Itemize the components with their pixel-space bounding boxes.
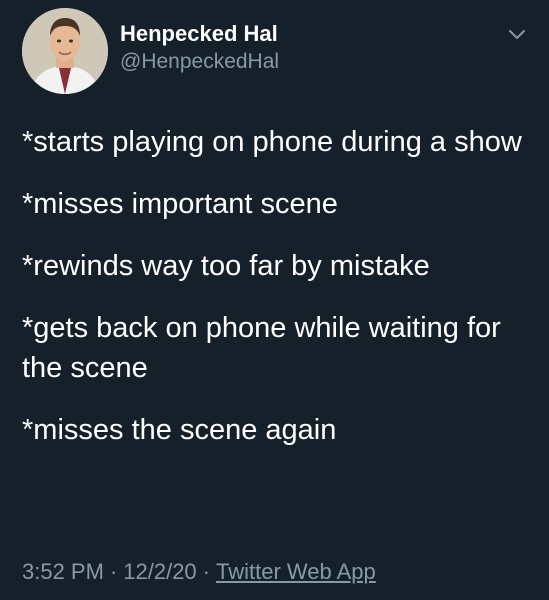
tweet-date[interactable]: 12/2/20	[123, 559, 196, 584]
tweet-footer: 3:52 PM · 12/2/20 · Twitter Web App	[22, 556, 376, 588]
user-handle[interactable]: @HenpeckedHal	[120, 48, 279, 76]
display-name[interactable]: Henpecked Hal	[120, 20, 279, 48]
avatar[interactable]	[22, 8, 108, 94]
author-names: Henpecked Hal @HenpeckedHal	[120, 20, 279, 76]
source-app-link[interactable]: Twitter Web App	[216, 559, 376, 584]
tweet-line: *starts playing on phone during a show	[22, 126, 522, 158]
tweet-text: *starts playing on phone during a show *…	[22, 122, 527, 472]
tweet-line: *misses the scene again	[22, 414, 337, 446]
tweet-time[interactable]: 3:52 PM	[22, 559, 104, 584]
tweet-line: *gets back on phone while waiting for th…	[22, 312, 501, 384]
tweet-line: *misses important scene	[22, 188, 338, 220]
tweet-header: Henpecked Hal @HenpeckedHal	[22, 8, 527, 98]
separator: ·	[109, 559, 118, 584]
separator: ·	[202, 559, 210, 584]
tweet-line: *rewinds way too far by mistake	[22, 250, 430, 282]
profile-photo-icon	[22, 8, 108, 94]
tweet-card: Henpecked Hal @HenpeckedHal *starts play…	[0, 0, 549, 600]
chevron-down-icon[interactable]	[507, 24, 527, 44]
